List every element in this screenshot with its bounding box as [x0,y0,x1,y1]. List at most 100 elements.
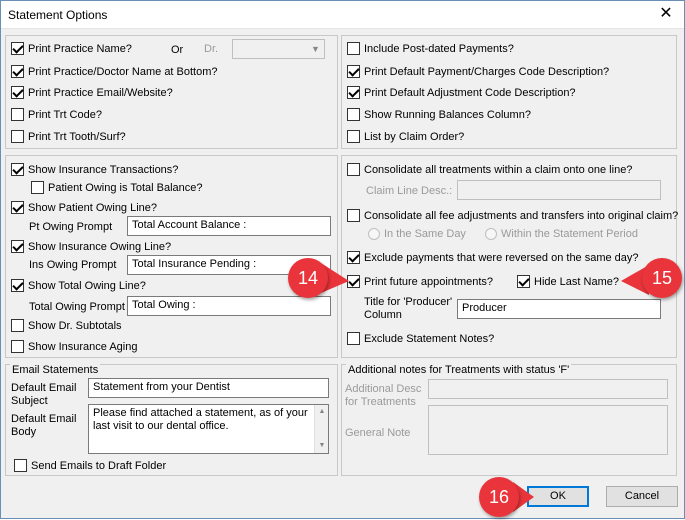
print-practice-email-checkbox[interactable]: Print Practice Email/Website? [11,86,173,99]
pt-owing-prompt-label: Pt Owing Prompt [29,221,113,233]
show-total-owing-checkbox[interactable]: Show Total Owing Line? [11,279,146,292]
radio-within-period[interactable]: Within the Statement Period [485,228,638,240]
show-dr-subtotals-checkbox[interactable]: Show Dr. Subtotals [11,319,122,332]
print-practice-doctor-bottom-checkbox[interactable]: Print Practice/Doctor Name at Bottom? [11,65,218,78]
title-bar: Statement Options ✕ [1,1,684,29]
checkbox-box[interactable] [14,459,27,472]
checkbox-label: Exclude payments that were reversed on t… [364,251,639,264]
chevron-down-icon[interactable]: ▼ [307,40,324,58]
close-icon[interactable]: ✕ [658,6,674,22]
exclude-statement-notes-checkbox[interactable]: Exclude Statement Notes? [347,332,494,345]
radio-dot[interactable] [368,228,380,240]
title-producer-label: Title for 'Producer' [364,296,453,308]
window-title: Statement Options [8,8,108,22]
checkbox-label: Print Default Adjustment Code Descriptio… [364,86,576,99]
claim-line-desc-label: Claim Line Desc.: [366,185,453,197]
checkbox-label: Print Practice Email/Website? [28,86,173,99]
list-by-claim-order-checkbox[interactable]: List by Claim Order? [347,130,464,143]
total-owing-prompt-input[interactable]: Total Owing : [127,296,331,316]
send-to-draft-checkbox[interactable]: Send Emails to Draft Folder [14,459,166,472]
checkbox-label: Include Post-dated Payments? [364,42,514,55]
email-subject-input[interactable]: Statement from your Dentist [88,378,329,398]
email-statements-title: Email Statements [10,364,101,376]
checkbox-label: Send Emails to Draft Folder [31,459,167,472]
print-practice-name-checkbox[interactable]: Print Practice Name? [11,42,132,55]
default-email-body-label-2: Body [11,426,37,438]
title-producer-label-2: Column [364,309,402,321]
show-insurance-owing-checkbox[interactable]: Show Insurance Owing Line? [11,240,171,253]
consolidate-fee-adjustments-checkbox[interactable]: Consolidate all fee adjustments and tran… [347,209,678,222]
print-trt-code-checkbox[interactable]: Print Trt Code? [11,108,102,121]
or-label: Or [171,44,184,56]
cancel-button[interactable]: Cancel [606,486,678,507]
pt-owing-prompt-input[interactable]: Total Account Balance : [127,216,331,236]
ins-owing-prompt-label: Ins Owing Prompt [29,259,117,271]
checkbox-label: List by Claim Order? [364,130,465,143]
checkbox-box[interactable] [347,42,360,55]
checkbox-label: Hide Last Name? [534,275,619,288]
email-body-textarea[interactable]: Please find attached a statement, as of … [88,404,329,454]
show-insurance-transactions-checkbox[interactable]: Show Insurance Transactions? [11,163,178,176]
scroll-up-icon[interactable]: ▲ [315,405,328,419]
show-running-balances-checkbox[interactable]: Show Running Balances Column? [347,108,531,121]
checkbox-box[interactable] [11,42,24,55]
claim-line-desc-input[interactable] [457,180,661,200]
include-post-dated-checkbox[interactable]: Include Post-dated Payments? [347,42,514,55]
checkbox-label: Patient Owing is Total Balance? [48,181,203,194]
checkbox-box[interactable] [11,108,24,121]
checkbox-label: Print Practice Name? [28,42,132,55]
checkbox-box[interactable] [347,163,360,176]
checkbox-box[interactable] [11,340,24,353]
scroll-down-icon[interactable]: ▼ [315,439,328,453]
checkbox-box[interactable] [11,319,24,332]
checkbox-box[interactable] [11,86,24,99]
checkbox-box[interactable] [517,275,530,288]
show-insurance-aging-checkbox[interactable]: Show Insurance Aging [11,340,137,353]
checkbox-box[interactable] [347,86,360,99]
print-trt-tooth-checkbox[interactable]: Print Trt Tooth/Surf? [11,130,126,143]
checkbox-label: Exclude Statement Notes? [364,332,495,345]
checkbox-box[interactable] [347,108,360,121]
show-patient-owing-checkbox[interactable]: Show Patient Owing Line? [11,201,157,214]
patient-owing-total-checkbox[interactable]: Patient Owing is Total Balance? [31,181,203,194]
exclude-reversed-checkbox[interactable]: Exclude payments that were reversed on t… [347,251,639,264]
print-future-appointments-checkbox[interactable]: Print future appointments? [347,275,493,288]
print-default-payment-checkbox[interactable]: Print Default Payment/Charges Code Descr… [347,65,609,78]
checkbox-box[interactable] [11,201,24,214]
statement-options-dialog: Statement Options ✕ Print Practice Name?… [0,0,685,519]
checkbox-box[interactable] [11,163,24,176]
print-default-adjustment-checkbox[interactable]: Print Default Adjustment Code Descriptio… [347,86,576,99]
checkbox-box[interactable] [11,240,24,253]
checkbox-box[interactable] [347,209,360,222]
default-email-subject-label-2: Subject [11,395,48,407]
total-owing-prompt-label: Total Owing Prompt [29,301,125,313]
consolidation-panel: Consolidate all treatments within a clai… [341,155,678,358]
checkbox-box[interactable] [347,65,360,78]
checkbox-box[interactable] [347,251,360,264]
radio-same-day[interactable]: In the Same Day [368,228,466,240]
checkbox-box[interactable] [31,181,44,194]
hide-last-name-checkbox[interactable]: Hide Last Name? [517,275,619,288]
general-note-label: General Note [345,427,411,439]
checkbox-box[interactable] [347,275,360,288]
checkbox-box[interactable] [347,332,360,345]
radio-dot[interactable] [485,228,497,240]
callout-16-badge: 16 [479,477,519,517]
checkbox-label: Show Running Balances Column? [364,108,531,121]
general-note-input[interactable] [428,405,668,455]
email-body-scrollbar[interactable]: ▲ ▼ [314,405,328,453]
ok-button[interactable]: OK [527,486,589,507]
additional-desc-input[interactable] [428,379,668,399]
checkbox-label: Show Insurance Transactions? [28,163,179,176]
callout-14-badge: 14 [288,258,328,298]
consolidate-treatments-checkbox[interactable]: Consolidate all treatments within a clai… [347,163,632,176]
checkbox-box[interactable] [11,65,24,78]
doctor-select[interactable]: ▼ [232,39,325,59]
checkbox-label: Consolidate all treatments within a clai… [364,163,633,176]
checkbox-box[interactable] [347,130,360,143]
title-producer-input[interactable]: Producer [457,299,661,319]
additional-desc-label-2: for Treatments [345,396,416,408]
checkbox-box[interactable] [11,130,24,143]
checkbox-box[interactable] [11,279,24,292]
email-body-text: Please find attached a statement, as of … [93,407,308,432]
